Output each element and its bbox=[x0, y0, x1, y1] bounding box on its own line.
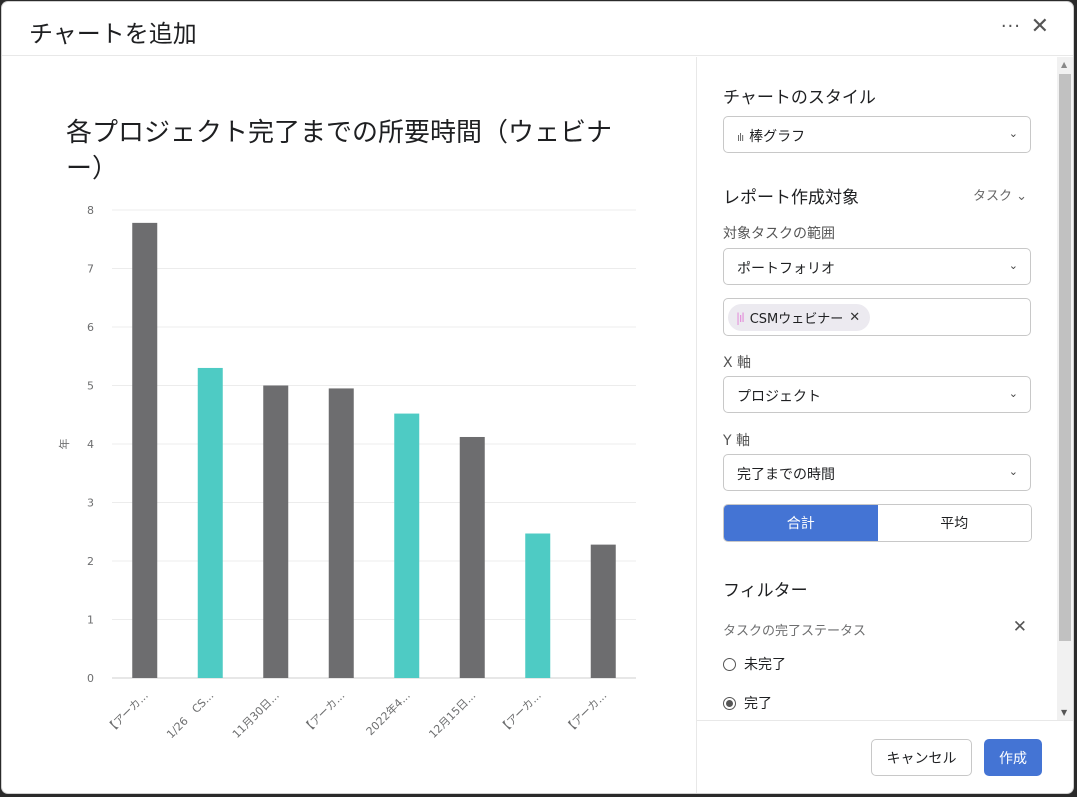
y-tick-label: 6 bbox=[87, 321, 94, 334]
y-axis-select[interactable]: 完了までの時間 ⌄ bbox=[723, 454, 1031, 491]
x-tick-label: 12月15日... bbox=[426, 689, 478, 741]
y-tick-label: 8 bbox=[87, 204, 94, 217]
aggregation-toggle: 合計 平均 bbox=[723, 504, 1032, 542]
chevron-down-icon: ⌄ bbox=[1008, 387, 1018, 400]
x-axis-value: プロジェクト bbox=[737, 389, 821, 405]
y-tick-label: 1 bbox=[87, 614, 94, 627]
radio-complete-label: 完了 bbox=[744, 696, 772, 712]
create-button[interactable]: 作成 bbox=[984, 739, 1042, 776]
dialog-footer: キャンセル 作成 bbox=[696, 720, 1073, 793]
scope-value: ポートフォリオ bbox=[737, 261, 835, 277]
aggregation-average-button[interactable]: 平均 bbox=[877, 505, 1031, 541]
chevron-down-icon: ⌄ bbox=[1008, 465, 1018, 478]
aggregation-total-button[interactable]: 合計 bbox=[724, 505, 878, 541]
y-tick-label: 2 bbox=[87, 555, 94, 568]
bar bbox=[394, 413, 420, 678]
chart-style-heading: チャートのスタイル bbox=[723, 88, 876, 108]
radio-incomplete-label: 未完了 bbox=[744, 657, 786, 673]
y-axis-value: 完了までの時間 bbox=[737, 467, 835, 483]
report-target-heading: レポート作成対象 bbox=[723, 188, 859, 208]
scroll-down-icon[interactable]: ▼ bbox=[1061, 708, 1067, 717]
filter-heading: フィルター bbox=[723, 581, 808, 601]
scrollbar-thumb[interactable] bbox=[1059, 74, 1071, 641]
x-tick-label: 11月30日... bbox=[230, 689, 282, 741]
radio-incomplete[interactable]: 未完了 bbox=[723, 654, 786, 674]
ellipsis-icon[interactable]: ··· bbox=[1001, 16, 1021, 37]
y-tick-label: 0 bbox=[87, 672, 94, 685]
y-axis-label: Y 軸 bbox=[723, 433, 751, 449]
bar bbox=[459, 436, 485, 678]
y-axis-label: 年 bbox=[57, 439, 71, 450]
cancel-button[interactable]: キャンセル bbox=[871, 739, 972, 776]
bar bbox=[132, 222, 158, 678]
bar bbox=[328, 388, 354, 678]
x-tick-label: 1/26 CS... bbox=[164, 689, 216, 741]
radio-complete[interactable]: 完了 bbox=[723, 693, 772, 713]
portfolio-chip: |ıl CSMウェビナー ✕ bbox=[728, 304, 871, 331]
panel-scrollbar[interactable]: ▲ ▼ bbox=[1057, 57, 1073, 720]
radio-unchecked-icon bbox=[723, 657, 736, 671]
bar bbox=[197, 367, 223, 678]
x-axis-label: X 軸 bbox=[723, 355, 752, 371]
chart-style-select[interactable]: ılı 棒グラフ ⌄ bbox=[723, 116, 1031, 153]
bar-chart-icon: ılı bbox=[737, 131, 744, 144]
chart-preview: 各プロジェクト完了までの所要時間（ウェビナー） 0 1 2 3 4 5 6 7 8 年【アーカ..… bbox=[2, 57, 696, 793]
x-tick-label: 2022年4... bbox=[363, 688, 413, 738]
report-target-dropdown[interactable]: タスク ⌄ bbox=[973, 185, 1027, 204]
x-tick-label: 【アーカ... bbox=[104, 689, 151, 736]
scope-label: 対象タスクの範囲 bbox=[723, 226, 835, 242]
chip-label: CSMウェビナー bbox=[749, 312, 844, 327]
report-target-value: タスク bbox=[972, 189, 1012, 204]
scope-select[interactable]: ポートフォリオ ⌄ bbox=[723, 248, 1031, 285]
chart-settings-panel: チャートのスタイル ılı 棒グラフ ⌄ レポート作成対象 タスク ⌄ 対象タスク… bbox=[696, 57, 1073, 720]
close-icon[interactable]: ✕ bbox=[1031, 14, 1049, 39]
chevron-down-icon: ⌄ bbox=[1016, 189, 1027, 204]
y-tick-label: 7 bbox=[87, 263, 94, 276]
bar bbox=[525, 533, 551, 678]
add-chart-dialog: チャートを追加 ··· ✕ 各プロジェクト完了までの所要時間（ウェビナー） 01… bbox=[2, 2, 1073, 793]
y-tick-label: 4 bbox=[87, 438, 94, 451]
remove-filter-icon[interactable]: ✕ bbox=[1013, 617, 1027, 637]
bar bbox=[263, 385, 289, 678]
portfolio-icon: |ıl bbox=[736, 310, 745, 325]
bar-chart: 0 1 2 3 4 5 6 7 8 年【アーカ... 1/26 CS... 11月30日... 【アーカ… bbox=[57, 204, 636, 741]
filter-status-label: タスクの完了ステータス bbox=[723, 624, 867, 639]
portfolio-selector[interactable]: |ıl CSMウェビナー ✕ bbox=[723, 298, 1031, 336]
chevron-down-icon: ⌄ bbox=[1008, 127, 1018, 140]
bar bbox=[590, 544, 616, 678]
y-tick-label: 3 bbox=[87, 497, 94, 510]
chevron-down-icon: ⌄ bbox=[1008, 259, 1018, 272]
chart-style-value: 棒グラフ bbox=[749, 129, 806, 145]
radio-checked-icon bbox=[723, 696, 736, 710]
dialog-title: チャートを追加 bbox=[29, 20, 197, 48]
x-axis-select[interactable]: プロジェクト ⌄ bbox=[723, 376, 1031, 413]
remove-chip-icon[interactable]: ✕ bbox=[849, 310, 860, 325]
x-tick-label: 【アーカ... bbox=[562, 689, 609, 736]
x-tick-label: 【アーカ... bbox=[300, 689, 347, 736]
scroll-up-icon[interactable]: ▲ bbox=[1061, 60, 1067, 69]
x-tick-label: 【アーカ... bbox=[497, 689, 544, 736]
y-tick-label: 5 bbox=[87, 380, 94, 393]
dialog-header: チャートを追加 ··· ✕ bbox=[2, 2, 1073, 56]
